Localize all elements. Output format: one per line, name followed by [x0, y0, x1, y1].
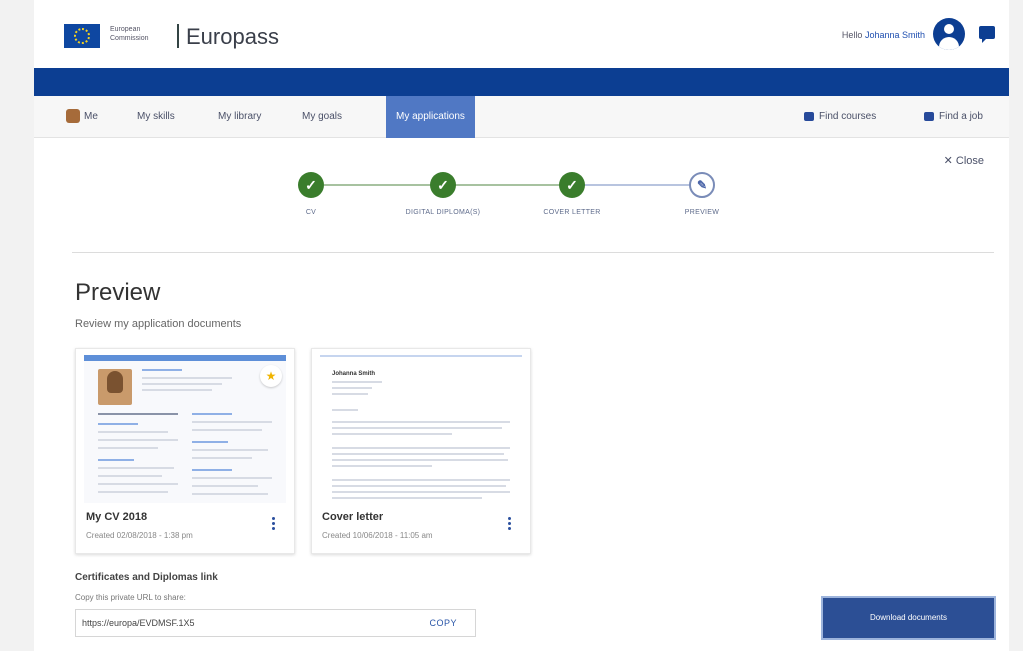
commission-text: European Commission	[110, 26, 149, 42]
more-options-icon[interactable]	[508, 517, 512, 531]
nav-item-my-skills[interactable]: My skills	[137, 96, 175, 138]
nav-item-my-goals[interactable]: My goals	[302, 96, 342, 138]
step-cover-check-icon[interactable]: ✓	[559, 172, 585, 198]
brand-band	[34, 68, 1009, 96]
certificates-title: Certificates and Diplomas link	[75, 572, 218, 583]
step-label-cover: COVER LETTER	[543, 209, 601, 216]
step-diploma-check-icon[interactable]: ✓	[430, 172, 456, 198]
document-date: Created 10/06/2018 - 11:05 am	[322, 531, 433, 540]
me-icon	[66, 109, 80, 124]
graduation-cap-icon	[804, 111, 814, 121]
close-button[interactable]: ✕ Close	[944, 154, 984, 167]
download-documents-button[interactable]: Download documents	[823, 598, 994, 638]
user-avatar-icon[interactable]	[933, 18, 965, 50]
profile-photo	[98, 369, 132, 405]
document-date: Created 02/08/2018 - 1:38 pm	[86, 531, 193, 540]
eu-flag-logo[interactable]	[64, 24, 100, 48]
step-label-diploma: DIGITAL DIPLOMA(S)	[405, 209, 481, 216]
brand-name[interactable]: Europass	[186, 24, 279, 50]
document-card-cv[interactable]: ★ My CV 2018 Created 02/08/2018 - 1:38 p…	[75, 348, 295, 554]
nav-item-me[interactable]: Me	[66, 96, 98, 138]
page: European Commission Europass Hello Johan…	[34, 0, 1009, 651]
step-connector	[584, 184, 699, 186]
greeting: Hello Johanna Smith	[841, 30, 925, 40]
page-title: Preview	[75, 279, 161, 306]
main-nav: Me My skills My library My goals My appl…	[34, 96, 1009, 138]
step-cv-check-icon[interactable]: ✓	[298, 172, 324, 198]
nav-item-my-applications[interactable]: My applications	[386, 96, 475, 138]
logo-separator	[177, 24, 179, 48]
divider	[72, 252, 994, 253]
step-connector	[324, 184, 444, 186]
certificates-hint: Copy this private URL to share:	[75, 593, 186, 602]
share-url-field[interactable]: https://europa/EVDMSF.1X5 COPY	[75, 609, 476, 637]
document-title[interactable]: My CV 2018	[86, 511, 147, 523]
star-icon[interactable]: ★	[260, 365, 282, 387]
messages-icon[interactable]	[979, 26, 995, 43]
copy-button[interactable]: COPY	[429, 618, 457, 628]
share-url-value[interactable]: https://europa/EVDMSF.1X5	[82, 618, 195, 628]
cover-letter-thumbnail[interactable]: Johanna Smith	[320, 355, 522, 503]
briefcase-icon	[924, 111, 934, 121]
progress-stepper: ✓ CV ✓ DIGITAL DIPLOMA(S) ✓ COVER LETTER…	[34, 168, 1009, 238]
nav-item-my-library[interactable]: My library	[218, 96, 261, 138]
cv-thumbnail[interactable]: ★	[84, 355, 286, 503]
document-title[interactable]: Cover letter	[322, 511, 383, 523]
step-label-preview: PREVIEW	[684, 209, 720, 216]
step-preview-pencil-icon[interactable]: ✎	[689, 172, 715, 198]
user-name[interactable]: Johanna Smith	[865, 30, 925, 40]
step-label-cv: CV	[305, 209, 317, 216]
top-header: European Commission Europass Hello Johan…	[34, 0, 1009, 68]
more-options-icon[interactable]	[272, 517, 276, 531]
step-connector	[454, 184, 574, 186]
page-subtitle: Review my application documents	[75, 318, 242, 330]
find-courses-link[interactable]: Find courses	[804, 96, 876, 138]
document-card-cover-letter[interactable]: Johanna Smith Cover letter Created 10/06…	[311, 348, 531, 554]
find-job-link[interactable]: Find a job	[924, 96, 983, 138]
